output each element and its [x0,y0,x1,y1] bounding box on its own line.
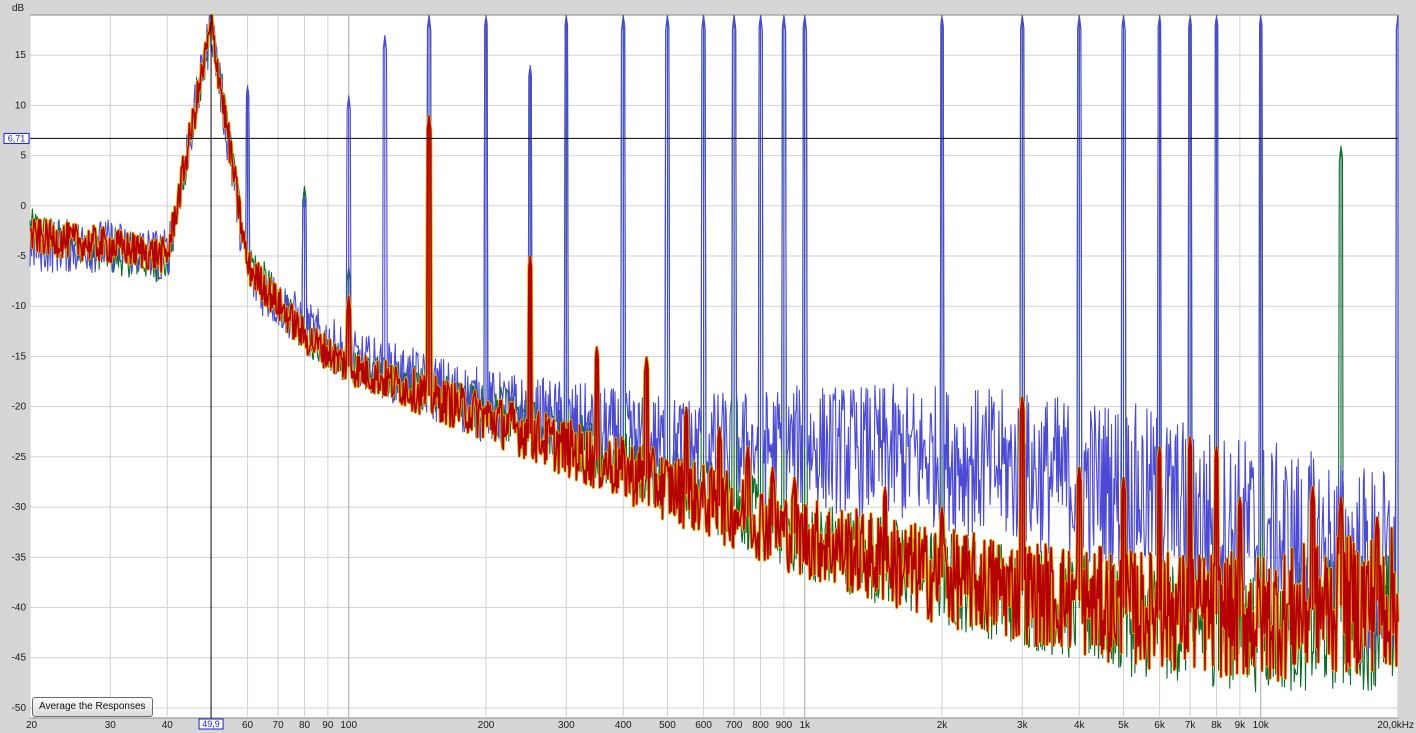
y-tick-label: -30 [12,502,27,513]
x-tick-label: 70 [273,720,285,731]
x-tick-label: 1k [799,720,811,731]
x-tick-label: 2k [937,720,949,731]
y-tick-label: -5 [17,251,26,262]
y-tick-label: 15 [15,50,27,61]
x-tick-label: 4k [1074,720,1086,731]
spectrum-chart: 6,71 49,9 15 10 5 0 -5 -10 -15 -20 -25 -30 -35 -40 -4… [3,3,1414,731]
x-tick-label: 20 [26,720,38,731]
x-tick-label: 9k [1235,720,1247,731]
y-tick-label: -40 [12,603,27,614]
x-tick-label: 800 [752,720,769,731]
x-tick-label: 8k [1211,720,1223,731]
x-tick-label: 200 [478,720,495,731]
x-tick-label: 300 [558,720,575,731]
x-tick-label: 30 [105,720,117,731]
x-tick-label: 6k [1154,720,1166,731]
y-tick-label: -35 [12,552,27,563]
x-axis-labels: 20 30 40 60 70 80 90 100 200 300 400 500 600 700 800 90… [26,720,1414,731]
y-tick-label: -45 [12,653,27,664]
x-tick-label: 600 [695,720,712,731]
x-tick-label: 40 [162,720,174,731]
cursor-x-label: 49,9 [202,719,220,729]
y-tick-label: -15 [12,351,27,362]
x-tick-label: 400 [615,720,632,731]
x-tick-label: 10k [1253,720,1270,731]
x-tick-label: 60 [242,720,254,731]
x-tick-label: 20,0kHz [1377,720,1414,731]
y-axis-labels: 15 10 5 0 -5 -10 -15 -20 -25 -30 -35 -40 -45 -50 [12,50,27,714]
x-tick-label: 7k [1185,720,1197,731]
x-tick-label: 500 [659,720,676,731]
x-tick-label: 700 [726,720,743,731]
y-tick-label: -50 [12,703,27,714]
y-tick-label: 10 [15,100,27,111]
y-tick-label: 0 [20,201,26,212]
x-tick-label: 100 [340,720,357,731]
x-tick-label: 80 [299,720,311,731]
y-tick-label: -10 [12,301,27,312]
x-tick-label: 90 [322,720,334,731]
y-tick-label: -25 [12,452,27,463]
average-responses-button[interactable]: Average the Responses [32,697,153,717]
cursor-y-label: 6,71 [8,133,26,143]
x-tick-label: 3k [1017,720,1029,731]
y-unit-label: dB [12,3,25,14]
x-tick-label: 900 [776,720,793,731]
y-tick-label: -20 [12,402,27,413]
x-tick-label: 5k [1118,720,1130,731]
y-tick-label: 5 [20,151,26,162]
